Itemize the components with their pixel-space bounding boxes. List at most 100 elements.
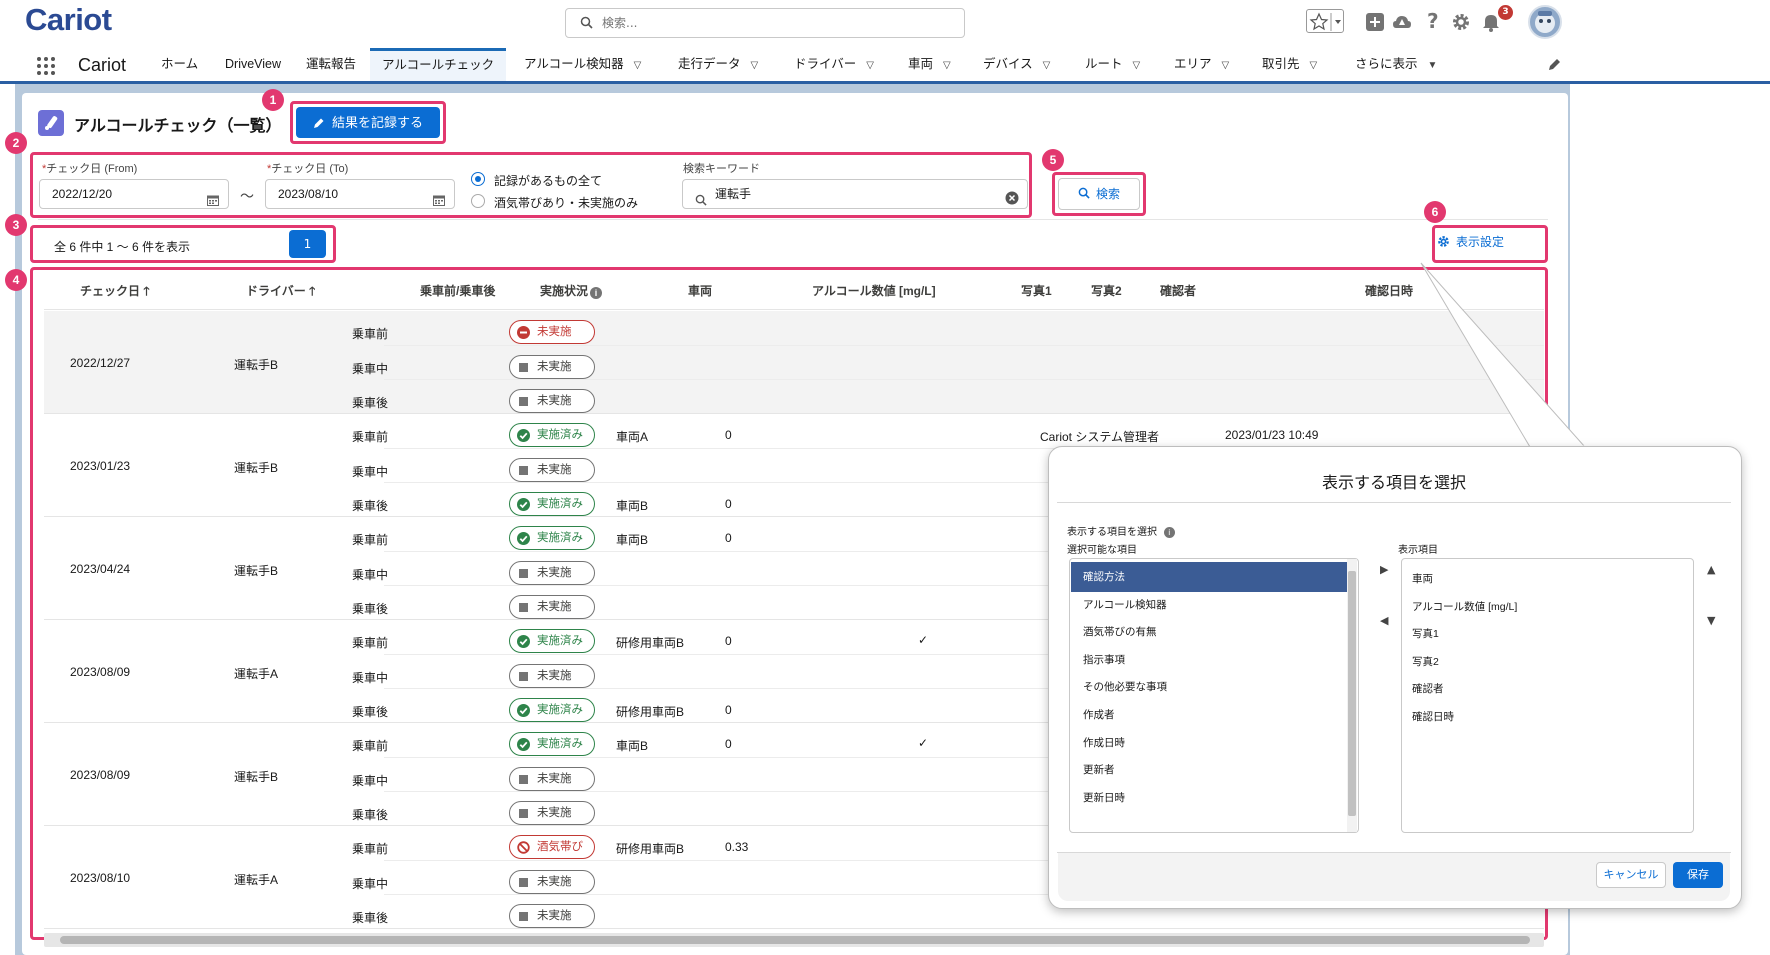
chevron-down-icon[interactable]: ▽	[751, 49, 759, 82]
cell-driver[interactable]: 運転手B	[234, 768, 278, 785]
sort-up-arrow-icon[interactable]: 🡑	[309, 284, 315, 298]
nav-tab-home[interactable]: ホーム	[161, 48, 198, 81]
selected-items-listbox[interactable]: 車両 アルコール数値 [mg/L] 写真1 写真2 確認者 確認日時	[1401, 558, 1694, 833]
available-items-listbox[interactable]: 確認方法 アルコール検知器 酒気帯びの有無 指示事項 その他必要な事項 作成者 作成日時 更新…	[1069, 558, 1359, 833]
chevron-down-icon[interactable]: ▽	[1043, 49, 1051, 82]
available-item[interactable]: その他必要な事項	[1071, 672, 1352, 702]
cell-driver[interactable]: 運転手A	[234, 871, 278, 888]
user-avatar[interactable]	[1528, 5, 1562, 39]
record-result-button[interactable]: 結果を記録する	[296, 107, 440, 138]
status-badge[interactable]: 未実施	[509, 664, 595, 688]
status-badge[interactable]: 酒気帯び	[509, 835, 595, 859]
info-icon[interactable]: i	[590, 287, 603, 299]
available-item[interactable]: 酒気帯びの有無	[1071, 617, 1352, 647]
cell-vehicle[interactable]: 車両B	[616, 531, 648, 548]
status-badge[interactable]: 未実施	[509, 904, 595, 928]
available-item[interactable]: 更新日時	[1071, 783, 1352, 813]
trailhead-icon[interactable]	[1391, 11, 1413, 36]
nav-tab-alcohol-detector[interactable]: アルコール検知器 ▽	[524, 48, 641, 81]
scrollbar-thumb[interactable]	[1348, 571, 1356, 816]
radio-all-records[interactable]	[471, 172, 485, 186]
search-button[interactable]: 検索	[1058, 178, 1140, 210]
scrollbar-thumb[interactable]	[60, 936, 1530, 944]
status-badge[interactable]: 実施済み	[509, 526, 595, 550]
column-header-date[interactable]: チェック日 🡑	[80, 282, 150, 303]
available-item[interactable]: アルコール検知器	[1071, 590, 1352, 620]
chevron-down-icon[interactable]: ▽	[866, 49, 874, 82]
nav-tab-alcohol-check[interactable]: アルコールチェック	[370, 48, 507, 81]
status-badge[interactable]: 実施済み	[509, 698, 595, 722]
move-left-arrow-icon[interactable]: ◀	[1380, 614, 1388, 627]
nav-tab-vehicle[interactable]: 車両 ▽	[908, 48, 951, 81]
column-header-driver[interactable]: ドライバー 🡑	[246, 282, 315, 303]
cell-photo1-check[interactable]: ✓	[918, 633, 928, 647]
app-launcher-icon[interactable]	[36, 56, 56, 76]
nav-tab-accounts[interactable]: 取引先 ▽	[1262, 48, 1317, 81]
selected-item[interactable]: アルコール数値 [mg/L]	[1412, 599, 1517, 614]
help-icon[interactable]: ?	[1427, 9, 1439, 33]
clear-input-icon[interactable]	[1005, 187, 1019, 215]
available-item[interactable]: 作成者	[1071, 700, 1352, 730]
global-search-input[interactable]	[602, 13, 952, 33]
keyword-input[interactable]: 運転手	[682, 179, 1028, 209]
save-button[interactable]: 保存	[1673, 862, 1723, 888]
nav-more[interactable]: さらに表示 ▼	[1355, 48, 1437, 81]
cariot-logo[interactable]: Cariot	[25, 2, 112, 38]
status-badge[interactable]: 未実施	[509, 767, 595, 791]
move-right-arrow-icon[interactable]: ▶	[1380, 563, 1388, 576]
caret-down-icon[interactable]: ▼	[1428, 49, 1438, 82]
info-icon[interactable]: i	[1163, 527, 1175, 538]
edit-nav-pencil-icon[interactable]	[1547, 58, 1561, 75]
status-badge[interactable]: 未実施	[509, 320, 595, 344]
radio-drunk-or-unchecked-label[interactable]: 酒気帯びあり・未実施のみ	[494, 194, 638, 211]
status-badge[interactable]: 未実施	[509, 355, 595, 379]
selected-item[interactable]: 車両	[1412, 571, 1433, 586]
sort-up-arrow-icon[interactable]: 🡑	[143, 284, 149, 298]
selected-item[interactable]: 確認日時	[1412, 709, 1454, 724]
cell-photo1-check[interactable]: ✓	[918, 736, 928, 750]
cell-vehicle[interactable]: 車両B	[616, 737, 648, 754]
status-badge[interactable]: 未実施	[509, 870, 595, 894]
cell-driver[interactable]: 運転手B	[234, 356, 278, 373]
favorites-button[interactable]	[1306, 9, 1344, 33]
status-badge[interactable]: 実施済み	[509, 423, 595, 447]
status-badge[interactable]: 未実施	[509, 561, 595, 585]
status-badge[interactable]: 実施済み	[509, 732, 595, 756]
chevron-down-icon[interactable]: ▽	[1310, 49, 1318, 82]
move-up-arrow-icon[interactable]: ▲	[1707, 563, 1715, 576]
cell-vehicle[interactable]: 車両B	[616, 497, 648, 514]
cell-vehicle[interactable]: 研修用車両B	[616, 703, 684, 720]
calendar-icon[interactable]	[207, 188, 219, 216]
nav-tab-driveview[interactable]: DriveView	[225, 48, 281, 81]
cancel-button[interactable]: キャンセル	[1596, 862, 1666, 888]
page-1-button[interactable]: 1	[289, 230, 326, 258]
listbox-scrollbar[interactable]	[1347, 559, 1357, 832]
selected-item[interactable]: 写真1	[1412, 626, 1439, 641]
nav-tab-driver[interactable]: ドライバー ▽	[794, 48, 874, 81]
nav-tab-device[interactable]: デバイス ▽	[983, 48, 1050, 81]
nav-tab-route[interactable]: ルート ▽	[1085, 48, 1140, 81]
calendar-icon[interactable]	[433, 188, 445, 216]
available-item[interactable]: 更新者	[1071, 755, 1352, 785]
move-down-arrow-icon[interactable]: ▼	[1707, 614, 1715, 627]
selected-item[interactable]: 写真2	[1412, 654, 1439, 669]
cell-vehicle[interactable]: 研修用車両B	[616, 634, 684, 651]
cell-driver[interactable]: 運転手B	[234, 459, 278, 476]
nav-tab-drive-report[interactable]: 運転報告	[306, 48, 356, 81]
cell-vehicle[interactable]: 車両A	[616, 428, 648, 445]
cell-vehicle[interactable]: 研修用車両B	[616, 840, 684, 857]
chevron-down-icon[interactable]: ▽	[1222, 49, 1230, 82]
horizontal-scrollbar[interactable]	[44, 933, 1544, 947]
available-item[interactable]: 指示事項	[1071, 645, 1352, 675]
nav-tab-drive-data[interactable]: 走行データ ▽	[678, 48, 758, 81]
status-badge[interactable]: 未実施	[509, 389, 595, 413]
to-date-input[interactable]: 2023/08/10	[265, 179, 455, 209]
global-actions-icon[interactable]	[1365, 12, 1385, 35]
cell-driver[interactable]: 運転手B	[234, 562, 278, 579]
nav-tab-area[interactable]: エリア ▽	[1174, 48, 1229, 81]
status-badge[interactable]: 実施済み	[509, 492, 595, 516]
cell-driver[interactable]: 運転手A	[234, 665, 278, 682]
available-item[interactable]: 作成日時	[1071, 728, 1352, 758]
status-badge[interactable]: 未実施	[509, 458, 595, 482]
global-search[interactable]	[565, 8, 965, 38]
